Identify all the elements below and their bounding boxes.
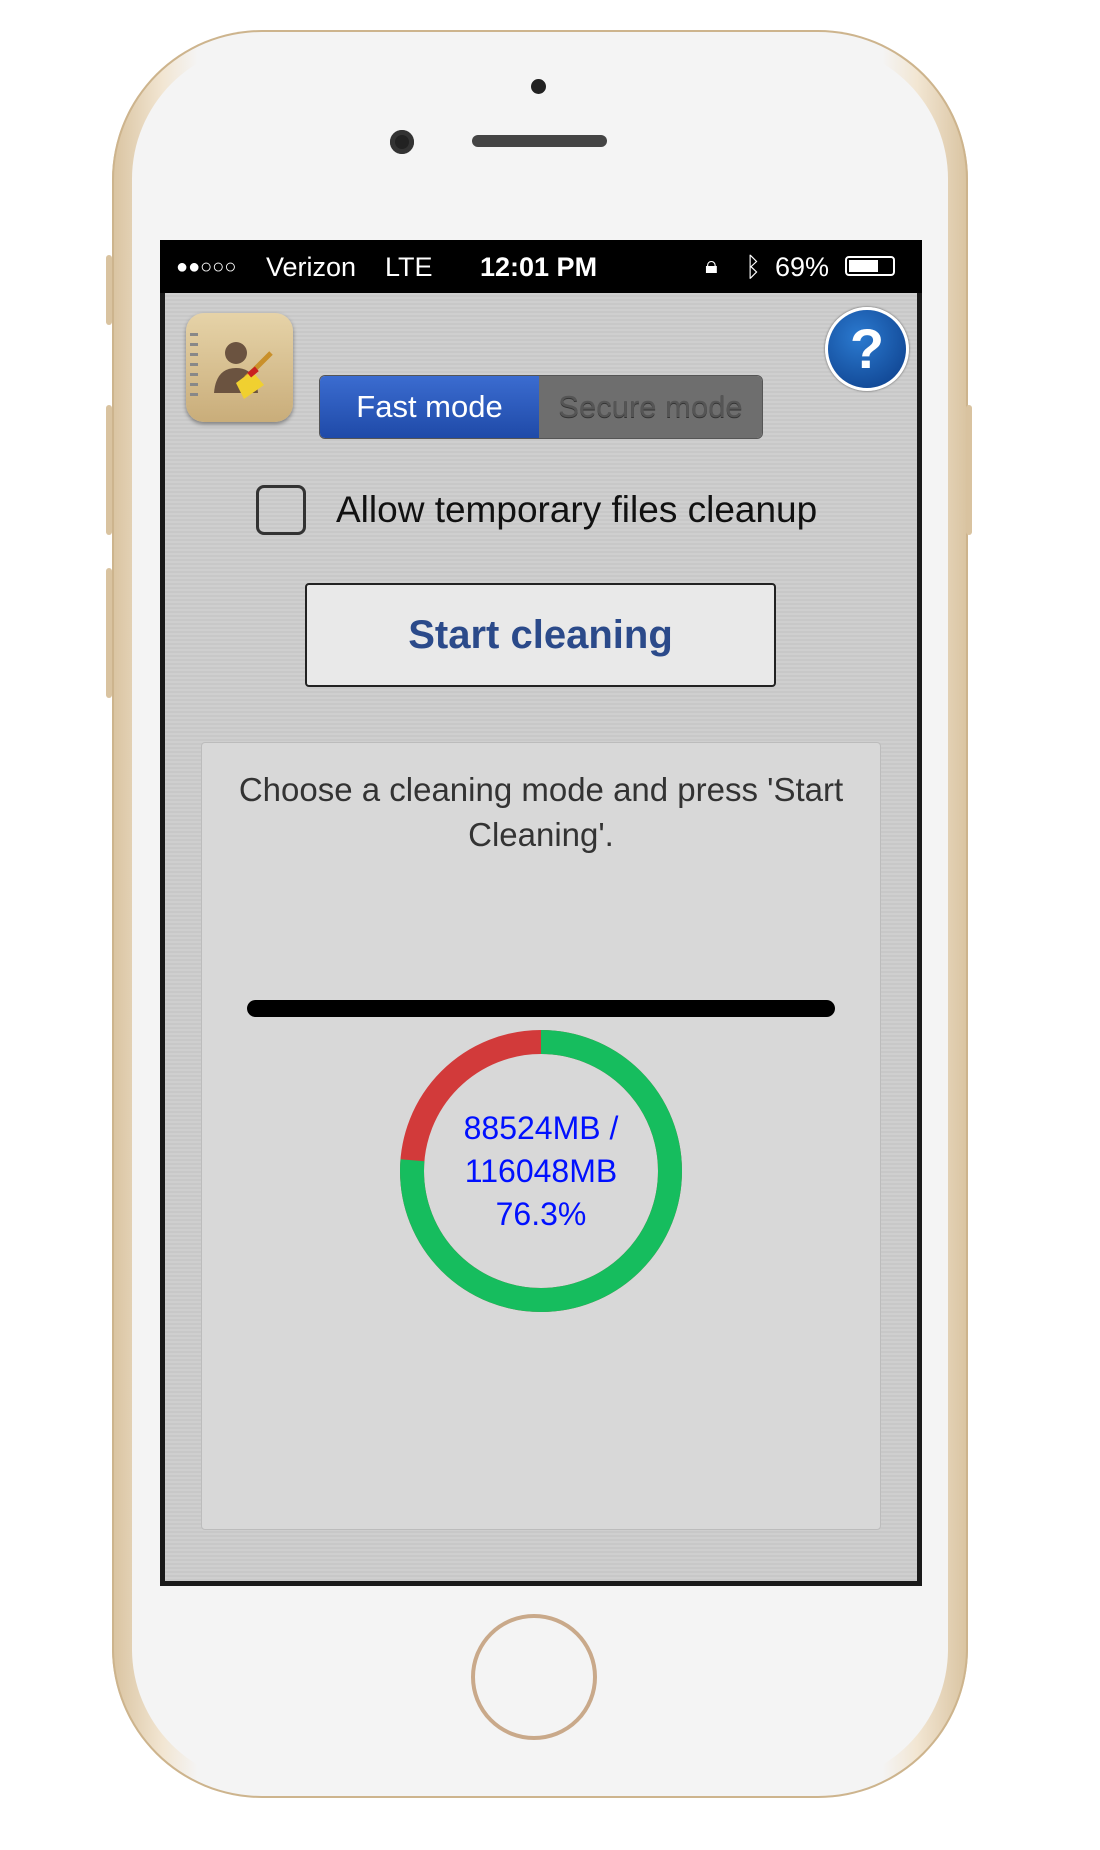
storage-percent: 76.3% [495,1195,587,1232]
rotation-lock-icon: 🔒︎ [705,252,718,279]
carrier: Verizon [266,252,357,282]
temp-files-checkbox[interactable] [256,485,306,535]
clock: 12:01 PM [480,252,598,282]
battery-percent: 69% [775,252,830,282]
mute-switch [106,255,112,325]
storage-readout: 88524MB / 116048MB 76.3% [389,1019,693,1323]
contacts-broom-icon [186,313,293,422]
temp-files-label[interactable]: Allow temporary files cleanup [336,489,817,531]
home-button[interactable] [471,1614,597,1740]
storage-total: 116048MB [464,1152,618,1189]
proximity-sensor [531,79,546,94]
instruction-message: Choose a cleaning mode and press 'Start … [238,771,844,853]
fast-mode-segment[interactable]: Fast mode [320,376,539,438]
secure-mode-segment[interactable]: Secure mode [539,376,762,438]
mode-segmented-control: Fast mode Secure mode [319,375,763,439]
power-button [966,405,972,535]
app-content: ? Fast mode Secure mode Allow temporary … [165,293,917,1581]
volume-up-button [106,405,112,535]
help-button[interactable]: ? [825,307,909,391]
front-camera [390,130,414,154]
screen: ●●○○○ Verizon LTE 12:01 PM 🔒︎ ᛒ 69% ? Fa… [160,240,922,1586]
status-panel: Choose a cleaning mode and press 'Start … [201,742,881,1530]
volume-down-button [106,568,112,698]
network-type: LTE [385,252,433,282]
bluetooth-icon: ᛒ [745,252,762,282]
start-cleaning-button[interactable]: Start cleaning [305,583,776,687]
signal-strength-icon: ●●○○○ [176,256,237,278]
progress-bar [247,1000,835,1017]
storage-used: 88524MB / [463,1109,619,1146]
status-bar: ●●○○○ Verizon LTE 12:01 PM 🔒︎ ᛒ 69% [160,240,922,293]
battery-icon [845,256,895,276]
earpiece-speaker [472,135,607,147]
